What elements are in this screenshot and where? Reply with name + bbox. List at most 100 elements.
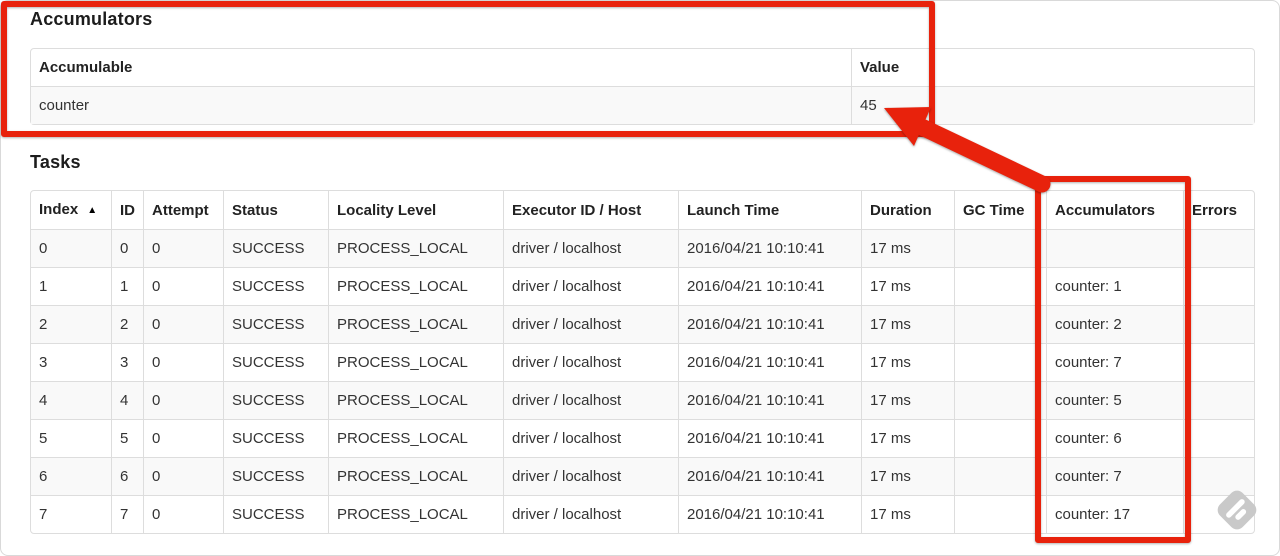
cell-id: 0	[111, 229, 143, 267]
cell-errors	[1183, 267, 1254, 305]
col-header-launch-time[interactable]: Launch Time	[678, 191, 861, 229]
cell-duration: 17 ms	[861, 305, 954, 343]
cell-duration: 17 ms	[861, 267, 954, 305]
cell-executor: driver / localhost	[503, 305, 678, 343]
cell-attempt: 0	[143, 457, 223, 495]
cell-index: 1	[31, 267, 111, 305]
task-row: 3 3 0 SUCCESS PROCESS_LOCAL driver / loc…	[31, 343, 1254, 381]
cell-launch-time: 2016/04/21 10:10:41	[678, 419, 861, 457]
cell-executor: driver / localhost	[503, 495, 678, 533]
cell-launch-time: 2016/04/21 10:10:41	[678, 457, 861, 495]
cell-id: 4	[111, 381, 143, 419]
cell-index: 5	[31, 419, 111, 457]
task-row: 5 5 0 SUCCESS PROCESS_LOCAL driver / loc…	[31, 419, 1254, 457]
cell-status: SUCCESS	[223, 229, 328, 267]
cell-gc-time	[954, 419, 1046, 457]
cell-gc-time	[954, 381, 1046, 419]
accumulators-section-title: Accumulators	[30, 9, 153, 29]
cell-id: 1	[111, 267, 143, 305]
cell-launch-time: 2016/04/21 10:10:41	[678, 495, 861, 533]
cell-launch-time: 2016/04/21 10:10:41	[678, 229, 861, 267]
cell-attempt: 0	[143, 267, 223, 305]
cell-errors	[1183, 343, 1254, 381]
cell-locality: PROCESS_LOCAL	[328, 229, 503, 267]
col-header-id[interactable]: ID	[111, 191, 143, 229]
cell-attempt: 0	[143, 419, 223, 457]
task-row: 7 7 0 SUCCESS PROCESS_LOCAL driver / loc…	[31, 495, 1254, 533]
cell-accumulators	[1046, 229, 1183, 267]
cell-accumulators: counter: 7	[1046, 457, 1183, 495]
task-row: 2 2 0 SUCCESS PROCESS_LOCAL driver / loc…	[31, 305, 1254, 343]
cell-accumulators: counter: 7	[1046, 343, 1183, 381]
cell-status: SUCCESS	[223, 419, 328, 457]
cell-duration: 17 ms	[861, 457, 954, 495]
cell-gc-time	[954, 229, 1046, 267]
cell-executor: driver / localhost	[503, 419, 678, 457]
cell-index: 3	[31, 343, 111, 381]
cell-errors	[1183, 305, 1254, 343]
col-header-executor-id-host[interactable]: Executor ID / Host	[503, 191, 678, 229]
cell-index: 7	[31, 495, 111, 533]
col-header-status[interactable]: Status	[223, 191, 328, 229]
cell-executor: driver / localhost	[503, 343, 678, 381]
cell-accumulable-name: counter	[31, 86, 851, 124]
col-header-duration[interactable]: Duration	[861, 191, 954, 229]
cell-launch-time: 2016/04/21 10:10:41	[678, 267, 861, 305]
col-header-locality-level[interactable]: Locality Level	[328, 191, 503, 229]
cell-errors	[1183, 381, 1254, 419]
cell-status: SUCCESS	[223, 457, 328, 495]
col-header-errors[interactable]: Errors	[1183, 191, 1254, 229]
cell-gc-time	[954, 495, 1046, 533]
task-row: 6 6 0 SUCCESS PROCESS_LOCAL driver / loc…	[31, 457, 1254, 495]
sort-ascending-icon: ▲	[87, 205, 98, 216]
cell-duration: 17 ms	[861, 343, 954, 381]
cell-attempt: 0	[143, 343, 223, 381]
tasks-header-row: Index ▲ ID Attempt Status Locality Level …	[31, 191, 1254, 229]
task-row: 0 0 0 SUCCESS PROCESS_LOCAL driver / loc…	[31, 229, 1254, 267]
cell-gc-time	[954, 267, 1046, 305]
cell-index: 2	[31, 305, 111, 343]
cell-index: 0	[31, 229, 111, 267]
cell-errors	[1183, 419, 1254, 457]
cell-id: 5	[111, 419, 143, 457]
cell-launch-time: 2016/04/21 10:10:41	[678, 381, 861, 419]
cell-attempt: 0	[143, 229, 223, 267]
accumulators-header-row: Accumulable Value	[31, 49, 1254, 86]
cell-errors	[1183, 229, 1254, 267]
cell-accumulators: counter: 5	[1046, 381, 1183, 419]
cell-duration: 17 ms	[861, 381, 954, 419]
cell-locality: PROCESS_LOCAL	[328, 343, 503, 381]
cell-gc-time	[954, 305, 1046, 343]
col-header-accumulators[interactable]: Accumulators	[1046, 191, 1183, 229]
col-header-gc-time[interactable]: GC Time	[954, 191, 1046, 229]
cell-accumulators: counter: 2	[1046, 305, 1183, 343]
cell-accumulators: counter: 17	[1046, 495, 1183, 533]
cell-status: SUCCESS	[223, 305, 328, 343]
cell-attempt: 0	[143, 495, 223, 533]
col-header-index[interactable]: Index ▲	[31, 191, 111, 229]
cell-attempt: 0	[143, 305, 223, 343]
task-row: 4 4 0 SUCCESS PROCESS_LOCAL driver / loc…	[31, 381, 1254, 419]
cell-executor: driver / localhost	[503, 381, 678, 419]
cell-locality: PROCESS_LOCAL	[328, 419, 503, 457]
cell-id: 6	[111, 457, 143, 495]
cell-locality: PROCESS_LOCAL	[328, 457, 503, 495]
cell-accumulators: counter: 1	[1046, 267, 1183, 305]
cell-errors	[1183, 457, 1254, 495]
cell-duration: 17 ms	[861, 419, 954, 457]
cell-launch-time: 2016/04/21 10:10:41	[678, 343, 861, 381]
cell-executor: driver / localhost	[503, 267, 678, 305]
col-header-index-label: Index	[39, 201, 79, 218]
cell-executor: driver / localhost	[503, 457, 678, 495]
cell-gc-time	[954, 343, 1046, 381]
cell-id: 2	[111, 305, 143, 343]
col-header-attempt[interactable]: Attempt	[143, 191, 223, 229]
cell-accumulators: counter: 6	[1046, 419, 1183, 457]
cell-locality: PROCESS_LOCAL	[328, 381, 503, 419]
cell-status: SUCCESS	[223, 267, 328, 305]
cell-duration: 17 ms	[861, 229, 954, 267]
cell-id: 7	[111, 495, 143, 533]
cell-attempt: 0	[143, 381, 223, 419]
cell-accumulable-value: 45	[851, 86, 1254, 124]
cell-status: SUCCESS	[223, 381, 328, 419]
